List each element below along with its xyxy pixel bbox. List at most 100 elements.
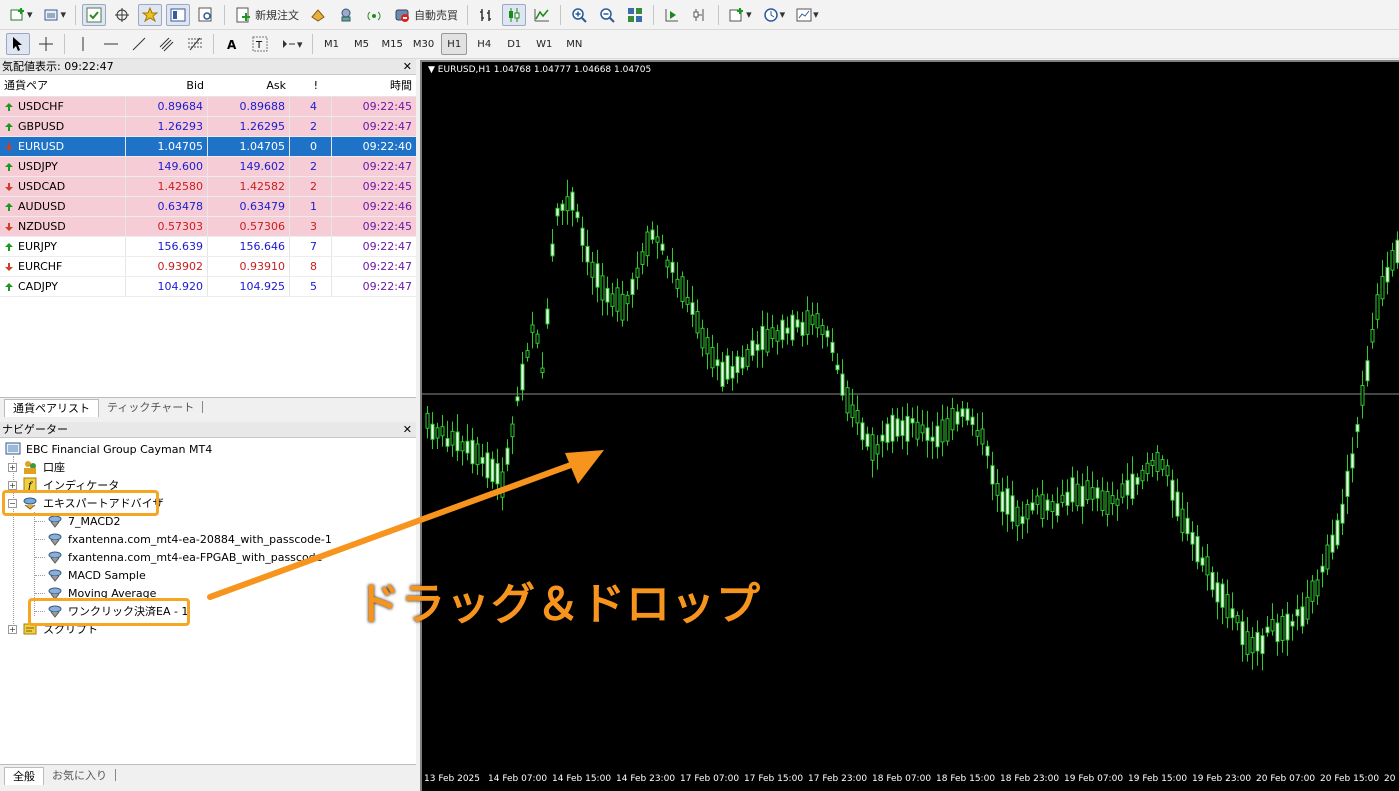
- signals-button[interactable]: [334, 4, 358, 26]
- price-up-arrow-icon: [4, 122, 18, 132]
- quote-row[interactable]: CADJPY 104.920 104.925 5 09:22:47: [0, 277, 416, 297]
- candle-body: [1025, 504, 1030, 520]
- signals-icon: [337, 6, 355, 24]
- tf-M15[interactable]: M15: [379, 33, 406, 55]
- strategy-tester-button[interactable]: [194, 4, 218, 26]
- quote-row[interactable]: USDCAD 1.42580 1.42582 2 09:22:45: [0, 177, 416, 197]
- text-label-button[interactable]: T: [248, 33, 272, 55]
- cursor-tool-button[interactable]: [6, 33, 30, 55]
- quote-row[interactable]: USDJPY 149.600 149.602 2 09:22:47: [0, 157, 416, 177]
- expand-plus-icon[interactable]: +: [8, 480, 17, 490]
- tf-MN[interactable]: MN: [561, 33, 587, 55]
- candle-body: [1220, 583, 1225, 608]
- periods-button[interactable]: ▾: [759, 4, 789, 26]
- tf-H1[interactable]: H1: [441, 33, 468, 55]
- candle-body: [580, 227, 585, 246]
- price-down-arrow-icon: [4, 222, 18, 232]
- tab-common[interactable]: 全般: [4, 767, 44, 785]
- candle-body: [1315, 579, 1320, 597]
- highlight-experts-box: [2, 490, 159, 516]
- quote-row[interactable]: EURCHF 0.93902 0.93910 8 09:22:47: [0, 257, 416, 277]
- candle-body: [1070, 477, 1075, 503]
- candle-body: [1045, 499, 1050, 511]
- close-icon[interactable]: ✕: [403, 422, 412, 438]
- market-watch-button[interactable]: [82, 3, 107, 26]
- new-chart-button[interactable]: ▾: [6, 4, 36, 26]
- candle-body: [1335, 519, 1340, 546]
- quote-row[interactable]: AUDUSD 0.63478 0.63479 1 09:22:46: [0, 197, 416, 217]
- tf-M1[interactable]: M1: [319, 33, 345, 55]
- nav-accounts[interactable]: + 口座: [8, 458, 65, 476]
- close-icon[interactable]: ✕: [403, 59, 412, 75]
- col-spread[interactable]: !: [290, 75, 332, 96]
- tf-D1[interactable]: D1: [501, 33, 527, 55]
- tab-favorites[interactable]: お気に入り: [44, 767, 115, 785]
- line-chart-button[interactable]: [530, 4, 554, 26]
- chart-window[interactable]: ▼ EURUSD,H1 1.04768 1.04777 1.04668 1.04…: [420, 60, 1399, 791]
- quote-bid: 0.93902: [126, 257, 208, 276]
- fibonacci-button[interactable]: [183, 33, 207, 55]
- candle-chart-button[interactable]: [502, 3, 527, 26]
- nav-root[interactable]: EBC Financial Group Cayman MT4: [4, 440, 212, 458]
- tf-M5[interactable]: M5: [349, 33, 375, 55]
- auto-trading-button[interactable]: 自動売買: [390, 4, 461, 26]
- candle-body: [510, 423, 515, 438]
- candle-body: [1240, 621, 1245, 646]
- expert-item[interactable]: MACD Sample: [46, 566, 146, 584]
- metaeditor-button[interactable]: [306, 4, 330, 26]
- zoom-out-button[interactable]: [595, 4, 619, 26]
- col-bid[interactable]: Bid: [126, 75, 208, 96]
- col-time[interactable]: 時間: [332, 75, 416, 96]
- add-indicator-icon: [728, 6, 746, 24]
- crosshair-tool-button[interactable]: [34, 33, 58, 55]
- price-up-arrow-icon: [4, 202, 18, 212]
- tab-symbols[interactable]: 通貨ペアリスト: [4, 399, 99, 417]
- data-window-button[interactable]: [110, 4, 134, 26]
- candle-body: [1210, 571, 1215, 591]
- quote-row[interactable]: EURJPY 156.639 156.646 7 09:22:47: [0, 237, 416, 257]
- tf-W1[interactable]: W1: [531, 33, 557, 55]
- bar-chart-button[interactable]: [474, 4, 498, 26]
- svg-text:A: A: [227, 38, 237, 52]
- auto-scroll-button[interactable]: [660, 4, 684, 26]
- candle-body: [1215, 582, 1220, 603]
- expert-advisor-icon: [46, 548, 64, 566]
- terminal-button[interactable]: [166, 3, 191, 26]
- candle-body: [1145, 462, 1150, 475]
- tile-windows-button[interactable]: [623, 4, 647, 26]
- time-axis-label: 19 Feb 07:00: [1064, 774, 1124, 784]
- equidistant-channel-button[interactable]: [155, 33, 179, 55]
- vertical-line-button[interactable]: [71, 33, 95, 55]
- vps-button[interactable]: [362, 4, 386, 26]
- new-order-button[interactable]: 新規注文: [231, 4, 302, 26]
- chart-shift-button[interactable]: [688, 4, 712, 26]
- text-tool-button[interactable]: A: [220, 33, 244, 55]
- expert-item[interactable]: fxantenna.com_mt4-ea-FPGAB_with_passcode: [46, 548, 322, 566]
- col-ask[interactable]: Ask: [208, 75, 290, 96]
- trendline-button[interactable]: [127, 33, 151, 55]
- zoom-in-button[interactable]: [567, 4, 591, 26]
- metaeditor-book-icon: [309, 6, 327, 24]
- tf-M30[interactable]: M30: [410, 33, 437, 55]
- tab-tick-chart[interactable]: ティックチャート: [99, 399, 202, 417]
- quote-row[interactable]: USDCHF 0.89684 0.89688 4 09:22:45: [0, 97, 416, 117]
- quote-row[interactable]: EURUSD 1.04705 1.04705 0 09:22:40: [0, 137, 416, 157]
- profiles-button[interactable]: ▾: [40, 4, 70, 26]
- horizontal-line-button[interactable]: [99, 33, 123, 55]
- quote-row[interactable]: GBPUSD 1.26293 1.26295 2 09:22:47: [0, 117, 416, 137]
- candle-body: [1235, 615, 1240, 624]
- tf-H4[interactable]: H4: [471, 33, 497, 55]
- arrows-button[interactable]: ▾: [276, 33, 306, 55]
- expand-plus-icon[interactable]: +: [8, 624, 17, 634]
- expert-item[interactable]: fxantenna.com_mt4-ea-20884_with_passcode…: [46, 530, 332, 548]
- navigator-button[interactable]: [138, 3, 163, 26]
- candle-body: [750, 340, 755, 356]
- quote-row[interactable]: NZDUSD 0.57303 0.57306 3 09:22:45: [0, 217, 416, 237]
- time-axis-label: 17 Feb 23:00: [808, 774, 868, 784]
- candle-body: [670, 261, 675, 273]
- quote-time: 09:22:47: [362, 120, 412, 133]
- col-symbol[interactable]: 通貨ペア: [0, 75, 126, 96]
- templates-button[interactable]: ▾: [792, 4, 822, 26]
- expand-plus-icon[interactable]: +: [8, 462, 17, 472]
- indicators-button[interactable]: ▾: [725, 4, 755, 26]
